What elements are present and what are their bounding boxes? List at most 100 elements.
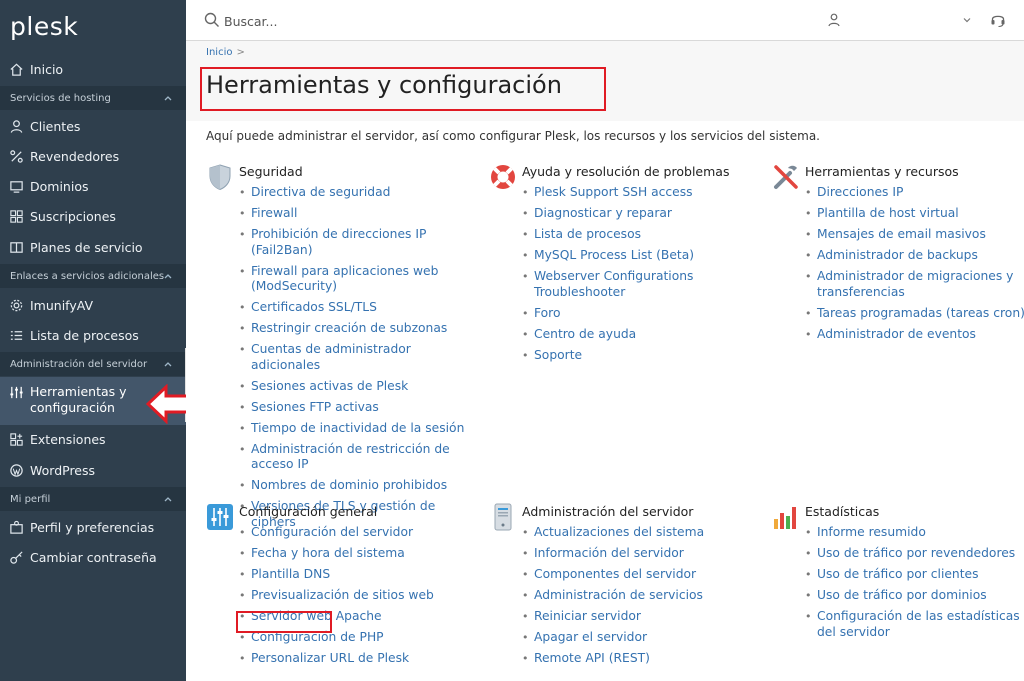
- section-mi-perfil[interactable]: Mi perfil: [0, 487, 186, 511]
- tool-link[interactable]: Restringir creación de subzonas: [239, 321, 471, 337]
- tool-link[interactable]: Certificados SSL/TLS: [239, 300, 471, 316]
- breadcrumb-separator: >: [236, 47, 245, 58]
- tool-link[interactable]: Plantilla DNS: [239, 567, 471, 583]
- sidebar-item-label: WordPress: [30, 462, 96, 478]
- tool-link[interactable]: Fecha y hora del sistema: [239, 546, 471, 562]
- sidebar-item-extensiones[interactable]: Extensiones: [0, 424, 186, 454]
- sidebar-item-suscripciones[interactable]: Suscripciones: [0, 201, 186, 231]
- tool-link[interactable]: Sesiones activas de Plesk: [239, 379, 471, 395]
- percent-icon: [8, 148, 24, 164]
- section-label: Enlaces a servicios adicionales: [10, 270, 165, 282]
- group-title: Configuración general: [239, 504, 378, 519]
- tool-link-label: Remote API (REST): [534, 651, 650, 665]
- tool-link-label: Información del servidor: [534, 546, 684, 560]
- sidebar-item-planes[interactable]: Planes de servicio: [0, 232, 186, 262]
- tool-link[interactable]: Direcciones IP: [805, 185, 1024, 201]
- section-servicios-hosting[interactable]: Servicios de hosting: [0, 86, 186, 110]
- top-bar: [186, 0, 1024, 41]
- tool-link[interactable]: Diagnosticar y reparar: [522, 206, 754, 222]
- chevron-up-icon: [164, 96, 172, 101]
- tool-link[interactable]: Actualizaciones del sistema: [522, 525, 754, 541]
- tool-link[interactable]: Centro de ayuda: [522, 327, 754, 343]
- tool-link[interactable]: Directiva de seguridad: [239, 185, 471, 201]
- tool-link[interactable]: Tiempo de inactividad de la sesión: [239, 421, 471, 437]
- tool-link[interactable]: Administrador de backups: [805, 248, 1024, 264]
- tool-link[interactable]: Uso de tráfico por clientes: [805, 567, 1024, 583]
- section-enlaces[interactable]: Enlaces a servicios adicionales: [0, 264, 186, 288]
- sidebar-item-cambiar-contrasena[interactable]: Cambiar contraseña: [0, 542, 186, 572]
- sidebar-item-clientes[interactable]: Clientes: [0, 111, 186, 141]
- tool-link[interactable]: Información del servidor: [522, 546, 754, 562]
- tool-link-label: Plantilla de host virtual: [817, 206, 959, 220]
- tool-link-label: Direcciones IP: [817, 185, 904, 199]
- tool-link[interactable]: Administrador de migraciones y transfere…: [805, 269, 1024, 300]
- sidebar-item-imunifyav[interactable]: ImunifyAV: [0, 290, 186, 320]
- tool-link[interactable]: Administración de servicios: [522, 588, 754, 604]
- tool-link[interactable]: Plesk Support SSH access: [522, 185, 754, 201]
- sidebar-item-dominios[interactable]: Dominios: [0, 171, 186, 201]
- sidebar-item-wordpress[interactable]: WordPress: [0, 455, 186, 485]
- tool-link[interactable]: Cuentas de administrador adicionales: [239, 342, 471, 373]
- tool-link-label: Certificados SSL/TLS: [251, 300, 377, 314]
- sidebar-item-label: Extensiones: [30, 431, 106, 447]
- sliders-icon: [207, 504, 233, 530]
- tool-link[interactable]: Firewall para aplicaciones web (ModSecur…: [239, 264, 471, 295]
- plesk-logo[interactable]: plesk: [10, 12, 78, 41]
- tool-link-label: Componentes del servidor: [534, 567, 697, 581]
- tool-link[interactable]: Configuración del servidor: [239, 525, 471, 541]
- bar-chart-icon: [774, 507, 796, 529]
- group-title: Administración del servidor: [522, 504, 694, 519]
- tool-link[interactable]: Plantilla de host virtual: [805, 206, 1024, 222]
- user-menu-icon[interactable]: [826, 12, 842, 28]
- list-icon: [8, 327, 24, 343]
- tool-link[interactable]: MySQL Process List (Beta): [522, 248, 754, 264]
- tool-link-label: Nombres de dominio prohibidos: [251, 478, 448, 492]
- tool-link[interactable]: Configuración de las estadísticas del se…: [805, 609, 1024, 640]
- tool-link-label: Administración de servicios: [534, 588, 703, 602]
- tool-link[interactable]: Apagar el servidor: [522, 630, 754, 646]
- tool-link[interactable]: Administración de restricción de acceso …: [239, 442, 471, 473]
- breadcrumb-home-link[interactable]: Inicio: [206, 47, 232, 58]
- tool-link[interactable]: Firewall: [239, 206, 471, 222]
- tool-link[interactable]: Previsualización de sitios web: [239, 588, 471, 604]
- breadcrumb: Inicio >: [206, 47, 245, 58]
- tool-link[interactable]: Mensajes de email masivos: [805, 227, 1024, 243]
- tool-link-label: Previsualización de sitios web: [251, 588, 434, 602]
- tool-link[interactable]: Nombres de dominio prohibidos: [239, 478, 471, 494]
- tool-link[interactable]: Uso de tráfico por dominios: [805, 588, 1024, 604]
- sidebar-item-revendedores[interactable]: Revendedores: [0, 141, 186, 171]
- group-title: Ayuda y resolución de problemas: [522, 164, 730, 179]
- tool-link[interactable]: Foro: [522, 306, 754, 322]
- tool-link[interactable]: Componentes del servidor: [522, 567, 754, 583]
- tool-link[interactable]: Reiniciar servidor: [522, 609, 754, 625]
- tool-link-label: Sesiones activas de Plesk: [251, 378, 409, 393]
- sidebar-item-lista-procesos[interactable]: Lista de procesos: [0, 320, 186, 350]
- tool-link-label: Uso de tráfico por clientes: [817, 567, 979, 581]
- tool-link[interactable]: Prohibición de direcciones IP (Fail2Ban): [239, 227, 471, 258]
- tool-link[interactable]: Remote API (REST): [522, 651, 754, 667]
- chevron-up-icon: [164, 497, 172, 502]
- tool-link-label: Plantilla DNS: [251, 567, 331, 581]
- tool-link-label: Uso de tráfico por dominios: [817, 588, 987, 602]
- chevron-down-icon[interactable]: [962, 15, 972, 25]
- link-list: Direcciones IP Plantilla de host virtual M…: [805, 185, 1024, 348]
- section-administracion[interactable]: Administración del servidor: [0, 352, 186, 376]
- intro-text: Aquí puede administrar el servidor, así …: [206, 129, 820, 143]
- tool-link-label: Mensajes de email masivos: [817, 227, 986, 241]
- sidebar-item-perfil[interactable]: Perfil y preferencias: [0, 512, 186, 542]
- search-input[interactable]: [224, 10, 524, 32]
- headset-help-icon[interactable]: [989, 11, 1007, 29]
- search-icon: [204, 12, 219, 27]
- tool-link[interactable]: Informe resumido: [805, 525, 1024, 541]
- tool-link[interactable]: Administrador de eventos: [805, 327, 1024, 343]
- server-icon: [494, 503, 512, 531]
- tool-link[interactable]: Lista de procesos: [522, 227, 754, 243]
- tool-link[interactable]: Webserver Configurations Troubleshooter: [522, 269, 754, 300]
- tool-link[interactable]: Soporte: [522, 348, 754, 364]
- tool-link[interactable]: Sesiones FTP activas: [239, 400, 471, 416]
- tool-link[interactable]: Tareas programadas (tareas cron): [805, 306, 1024, 322]
- tool-link[interactable]: Uso de tráfico por revendedores: [805, 546, 1024, 562]
- sidebar-item-inicio[interactable]: Inicio: [0, 54, 186, 84]
- tool-link-label: Administración de restricción de acceso …: [251, 441, 450, 472]
- tool-link[interactable]: Personalizar URL de Plesk: [239, 651, 471, 667]
